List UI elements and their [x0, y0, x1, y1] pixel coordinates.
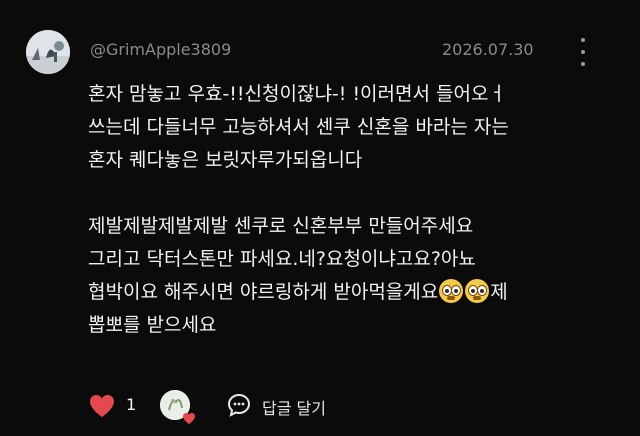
mini-heart-icon [183, 413, 195, 424]
comment-line: 협박이요 해주시면 야르링하게 받아먹을게요 제 [88, 276, 608, 309]
reply-bubble-icon[interactable] [226, 392, 252, 418]
like-count: 1 [126, 395, 137, 414]
flushed-face-emoji [465, 279, 490, 303]
creator-heart-badge [160, 390, 195, 424]
like-heart-icon[interactable] [88, 393, 116, 419]
comment-date: 2026.07.30 [442, 40, 534, 59]
flushed-face-emoji [439, 279, 464, 303]
comment-line: 그리고 닥터스톤만 파세요.네?요청이냐고요?아뇨 [88, 248, 476, 270]
reply-button[interactable]: 답글 달기 [262, 395, 326, 419]
comment-paragraph-2: 제발제발제발제발 센쿠로 신혼부부 만들어주세요 그리고 닥터스톤만 파세요.네… [88, 210, 608, 342]
comment-line: 뽑뽀를 받으세요 [88, 314, 217, 336]
username[interactable]: @GrimApple3809 [90, 40, 231, 59]
comment-paragraph-1: 혼자 맘놓고 우효-!!신청이잖냐-! !이러면서 들어오ㅓ 쓰는데 다들너무 … [88, 78, 608, 177]
avatar[interactable] [26, 30, 70, 74]
comment-line: 쓰는데 다들너무 고능하셔서 센쿠 신혼을 바라는 자는 [88, 116, 509, 138]
comment-text: 혼자 맘놓고 우효-!!신청이잖냐-! !이러면서 들어오ㅓ 쓰는데 다들너무 … [88, 78, 608, 342]
comment-line-text: 협박이요 해주시면 야르링하게 받아먹을게요 [88, 281, 439, 303]
comment-actions: 1 답글 달기 [88, 390, 388, 424]
more-options-icon[interactable] [577, 38, 589, 66]
comment-line-text: 제 [490, 281, 508, 303]
comment-line: 혼자 맘놓고 우효-!!신청이잖냐-! !이러면서 들어오ㅓ [88, 83, 506, 105]
comment-line: 제발제발제발제발 센쿠로 신혼부부 만들어주세요 [88, 215, 474, 237]
comment-line: 혼자 퀘다놓은 보릿자루가되옵니다 [88, 149, 363, 171]
avatar-image [26, 30, 70, 74]
